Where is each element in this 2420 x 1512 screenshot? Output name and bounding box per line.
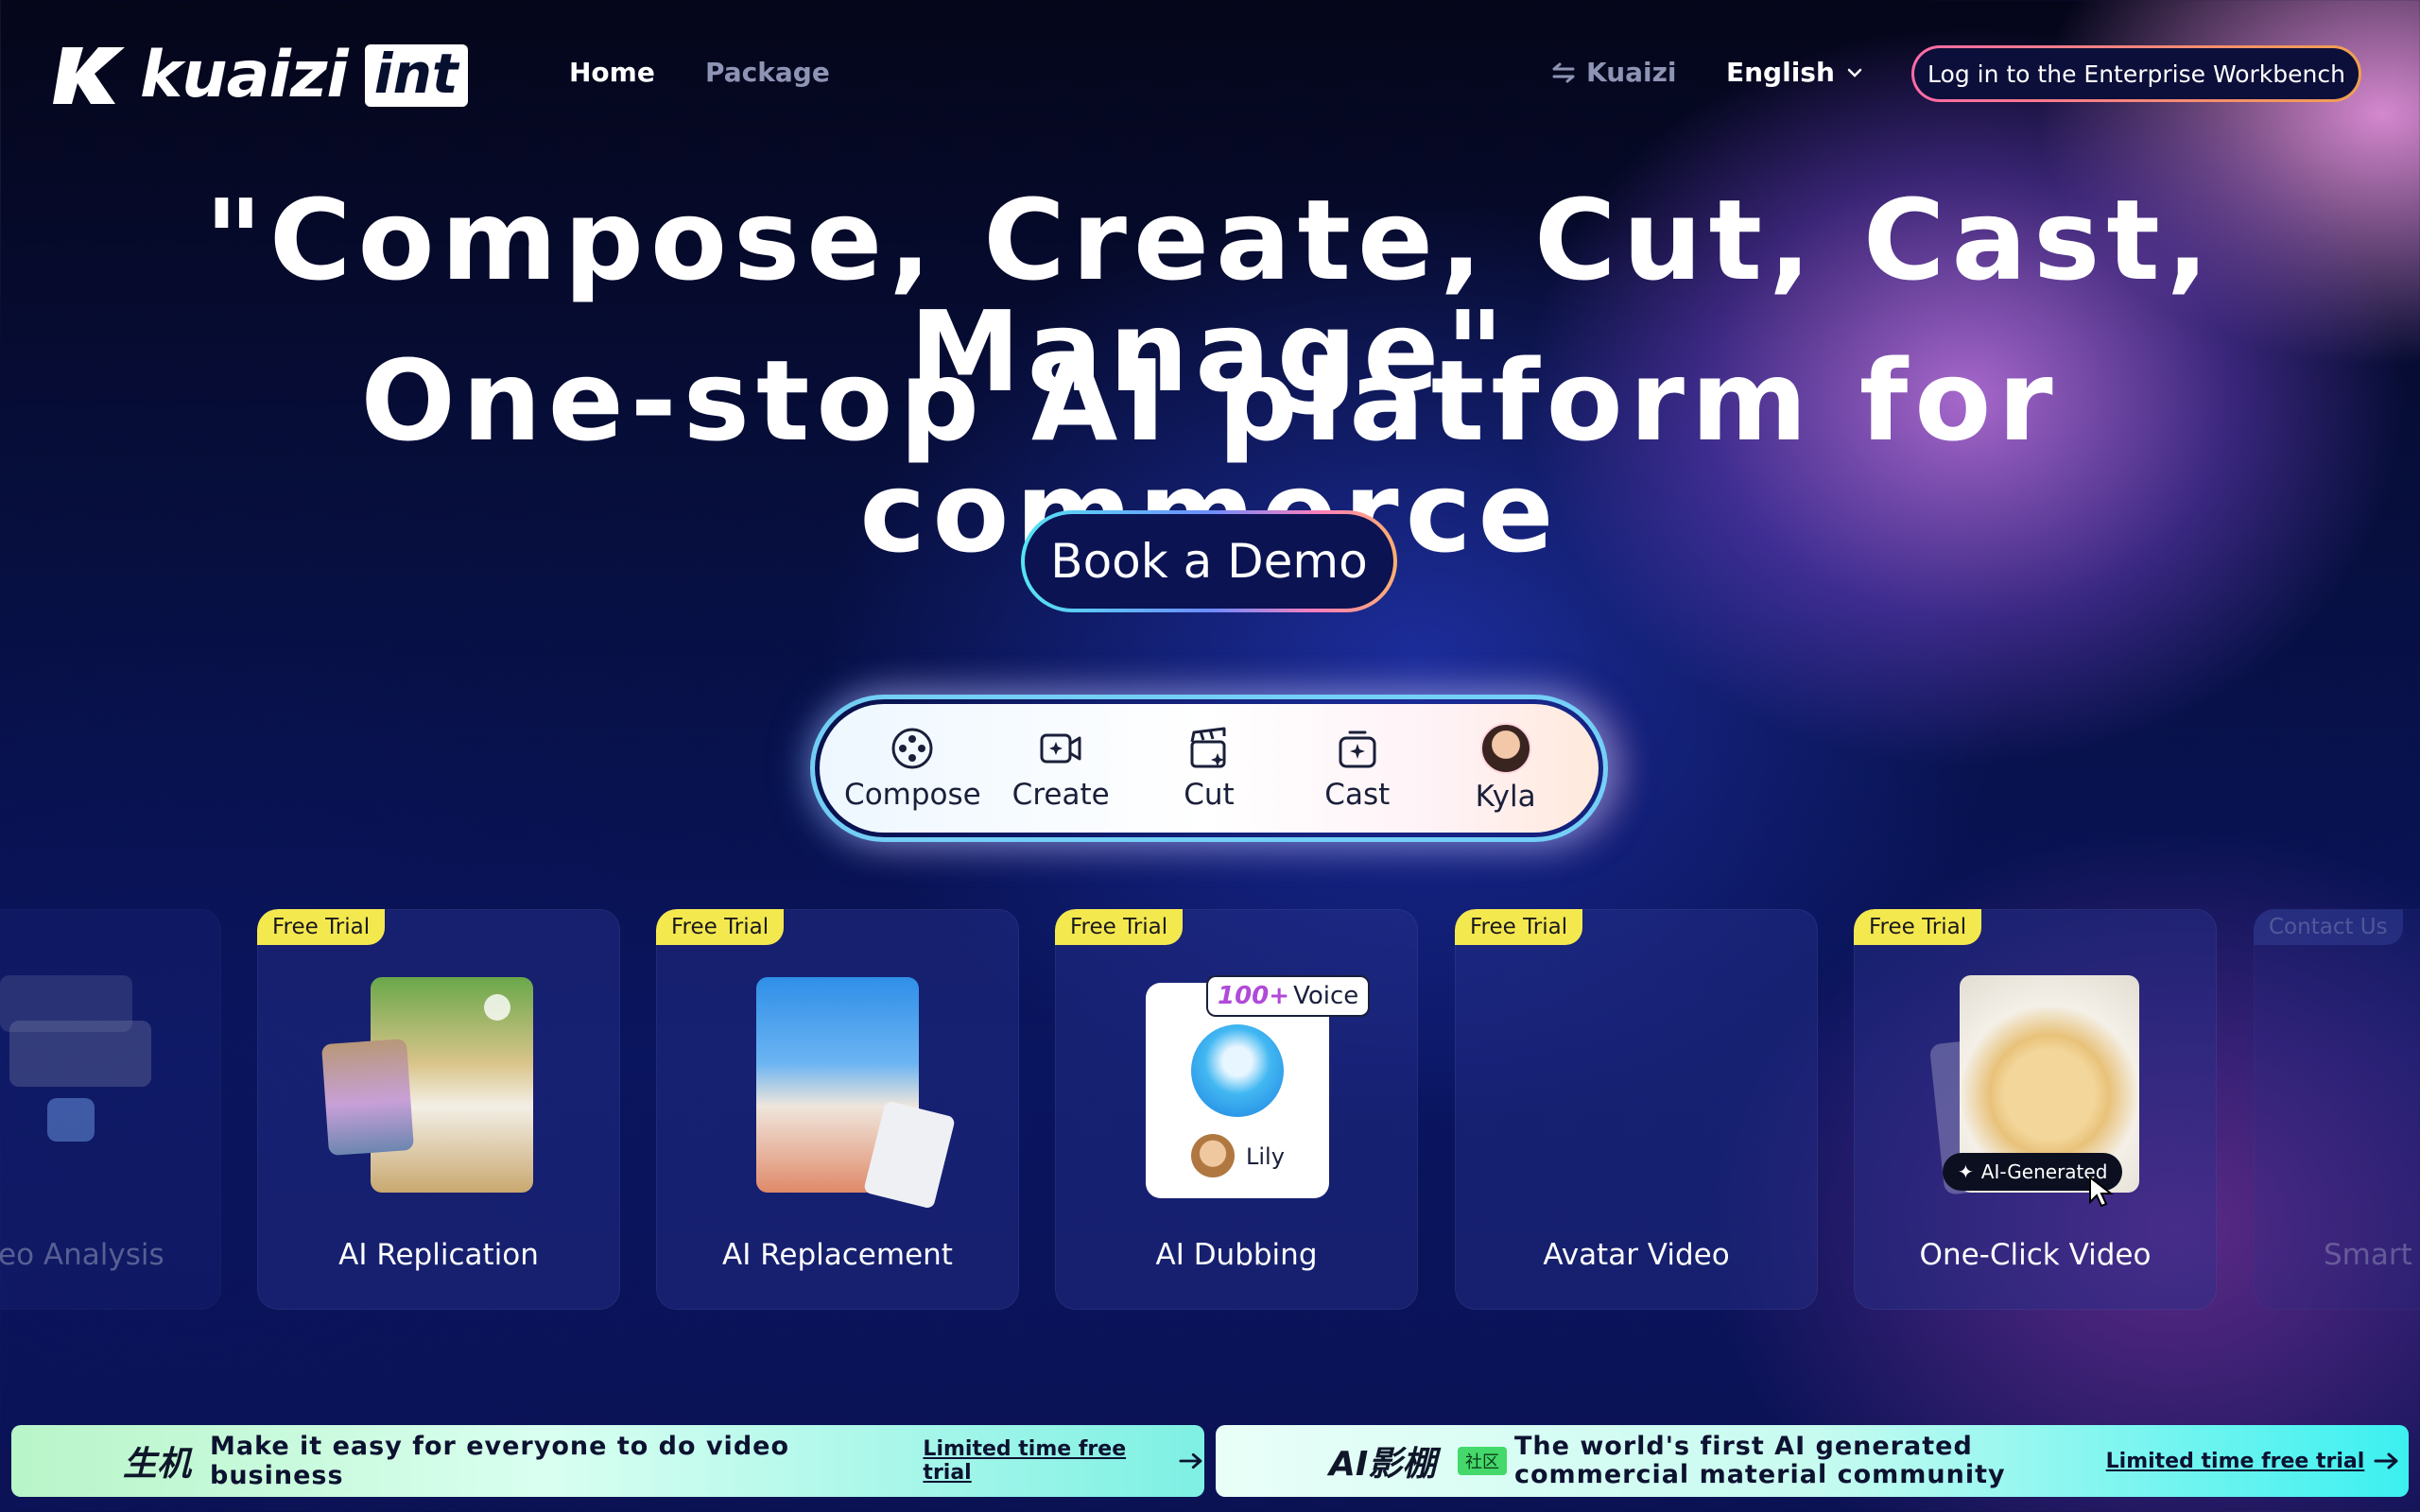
promo-banner-right[interactable]: AI影棚 社区 The world's first AI generated c…	[1216, 1425, 2409, 1497]
card-art	[9, 1021, 151, 1087]
promo-banner-left[interactable]: 生机 Make it easy for everyone to do video…	[11, 1425, 1204, 1497]
tool-cast[interactable]: Cast	[1291, 725, 1424, 812]
tool-label: Cut	[1184, 778, 1235, 812]
free-trial-link[interactable]: Limited time free trial	[2106, 1450, 2401, 1473]
book-demo-button[interactable]: Book a Demo	[1021, 510, 1397, 612]
enterprise-login-button[interactable]: Log in to the Enterprise Workbench	[1911, 45, 2361, 102]
free-trial-link-label: Limited time free trial	[923, 1437, 1127, 1485]
voice-orb	[1191, 1024, 1284, 1117]
tool-label: Kyla	[1475, 780, 1536, 814]
card-title: One-Click Video	[1919, 1238, 2152, 1272]
card-title: AI Replacement	[722, 1238, 953, 1272]
tool-create[interactable]: Create	[994, 725, 1127, 812]
card-title: AI Dubbing	[1155, 1238, 1318, 1272]
voice-count-tag: 100+ Voice	[1208, 977, 1369, 1015]
card-title: Avatar Video	[1543, 1238, 1730, 1272]
feature-card-ai-dubbing[interactable]: Free Trial Lily 100+ Voice AI Dubbing	[1055, 909, 1418, 1310]
tool-switcher: Compose Create Cut Cast Kyla	[815, 699, 1603, 837]
free-trial-badge: Free Trial	[1055, 909, 1184, 945]
replication-thumb	[320, 1039, 415, 1156]
banner-text: Make it easy for everyone to do video bu…	[210, 1432, 790, 1490]
arrow-right-icon	[2374, 1452, 2398, 1469]
community-tag: 社区	[1458, 1447, 1507, 1475]
cast-icon	[1339, 730, 1376, 768]
top-header: kuaizi int Home Package Kuaizi English L…	[0, 0, 2420, 151]
free-trial-badge: Free Trial	[257, 909, 386, 945]
dubbing-voice-card: Lily	[1146, 983, 1329, 1198]
banner-text-block: The world's first AI generated commercia…	[1514, 1433, 2006, 1488]
feature-card-smart[interactable]: Contact Us Smart	[2254, 909, 2420, 1310]
switch-label: Kuaizi	[1586, 57, 1677, 88]
arrow-right-icon	[1179, 1452, 1202, 1469]
free-trial-badge: Free Trial	[1455, 909, 1583, 945]
switch-platform-link[interactable]: Kuaizi	[1550, 57, 1677, 88]
lily-avatar	[1191, 1134, 1235, 1177]
play-icon	[47, 1098, 95, 1142]
feature-card-video-analysis[interactable]: eo Analysis	[0, 909, 221, 1310]
free-trial-badge: Free Trial	[1854, 909, 1982, 945]
language-selector[interactable]: English	[1726, 57, 1865, 88]
free-trial-badge: Free Trial	[656, 909, 785, 945]
free-trial-link[interactable]: Limited time free trial	[923, 1437, 1204, 1485]
shengji-logo: 生机	[123, 1445, 192, 1484]
card-title: eo Analysis	[0, 1238, 164, 1272]
contact-us-badge: Contact Us	[2254, 909, 2403, 945]
tool-compose[interactable]: Compose	[844, 725, 981, 812]
banner-text-line1: The world's first AI generated	[1514, 1432, 1973, 1462]
voice-tag-text: Voice	[1293, 982, 1359, 1010]
logo-text: kuaizi	[140, 38, 349, 112]
free-trial-link-label: Limited time free trial	[2105, 1449, 2365, 1473]
feature-card-ai-replication[interactable]: Free Trial AI Replication	[257, 909, 620, 1310]
feature-card-avatar-video[interactable]: Free Trial Avatar Video	[1455, 909, 1818, 1310]
cursor-icon	[2089, 1176, 2114, 1208]
voice-name: Lily	[1246, 1143, 1285, 1170]
tool-label: Cast	[1324, 778, 1391, 812]
switch-arrows-icon	[1552, 62, 1575, 82]
logo-badge: int	[364, 44, 468, 107]
sparkle-icon: ✦	[1958, 1160, 1974, 1183]
nav-package[interactable]: Package	[705, 57, 830, 88]
kuaizi-logo-mark-icon	[53, 47, 125, 104]
play-icon	[484, 994, 510, 1021]
chevron-down-icon	[1847, 68, 1862, 77]
feature-card-ai-replacement[interactable]: Free Trial AI Replacement	[656, 909, 1019, 1310]
banner-text-line2: commercial material community	[1514, 1460, 2006, 1489]
card-title: AI Replication	[338, 1238, 539, 1272]
feature-card-one-click-video[interactable]: Free Trial ✦ AI-Generated One-Click Vide…	[1854, 909, 2217, 1310]
language-label: English	[1726, 57, 1835, 88]
ai-studio-logo: AI影棚	[1329, 1445, 1437, 1484]
card-title: Smart	[2324, 1238, 2412, 1272]
tool-label: Compose	[844, 778, 981, 812]
kyla-avatar	[1479, 723, 1531, 774]
tool-cut[interactable]: Cut	[1143, 725, 1275, 812]
voice-count: 100+	[1218, 982, 1290, 1010]
cut-icon	[1190, 727, 1226, 768]
create-icon	[1040, 733, 1081, 764]
tool-kyla[interactable]: Kyla	[1440, 723, 1572, 814]
kuaizi-logo[interactable]: kuaizi int	[53, 42, 468, 110]
nav-home[interactable]: Home	[569, 57, 655, 88]
compose-icon	[891, 728, 933, 769]
tool-label: Create	[1011, 778, 1110, 812]
